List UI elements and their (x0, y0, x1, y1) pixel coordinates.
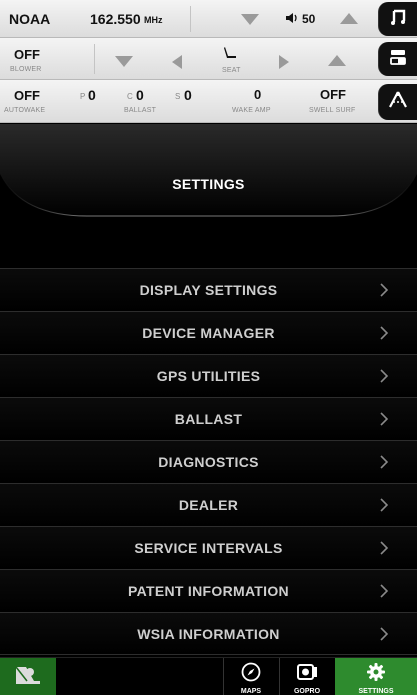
compass-icon (241, 662, 261, 687)
ballast-starboard-prefix: S (175, 92, 181, 101)
menu-item-patent-information[interactable]: PATENT INFORMATION (0, 569, 417, 612)
swell-surf-label: SWELL SURF (309, 107, 356, 114)
swell-surf-value[interactable]: OFF (320, 87, 346, 102)
blower-value[interactable]: OFF (14, 47, 40, 62)
ballast-port-prefix: P (80, 92, 86, 101)
ballast-port-value[interactable]: 0 (88, 87, 96, 103)
menu-item-diagnostics[interactable]: DIAGNOSTICS (0, 440, 417, 483)
camera-icon (296, 662, 318, 687)
menu-item-label: BALLAST (174, 411, 243, 427)
chevron-right-icon (380, 498, 389, 512)
boat-icon (13, 663, 43, 692)
ballast-label: BALLAST (124, 107, 157, 114)
page-title: SETTINGS (172, 176, 245, 192)
volume-down-button[interactable] (241, 14, 259, 25)
autowake-label: AUTOWAKE (4, 107, 46, 114)
chevron-right-icon (380, 455, 389, 469)
music-icon (389, 8, 407, 31)
chevron-right-icon (380, 541, 389, 555)
tab-settings[interactable]: SETTINGS (335, 658, 417, 695)
blower-down-button[interactable] (115, 56, 133, 67)
chevron-right-icon (380, 326, 389, 340)
ballast-bar: OFF AUTOWAKE P 0 C 0 S 0 BALLAST 0 WAKE … (0, 80, 417, 123)
menu-item-label: DISPLAY SETTINGS (139, 282, 278, 298)
speaker-icon (285, 11, 299, 30)
bottom-nav: MAPS GOPRO SETTINGS (0, 657, 417, 695)
settings-menu: DISPLAY SETTINGS DEVICE MANAGER GPS UTIL… (0, 268, 417, 655)
menu-item-gps-utilities[interactable]: GPS UTILITIES (0, 354, 417, 397)
panel-button[interactable] (378, 42, 417, 76)
wake-button[interactable] (378, 84, 417, 120)
ballast-center-value[interactable]: 0 (136, 87, 144, 103)
menu-item-wsia-information[interactable]: WSIA INFORMATION (0, 612, 417, 655)
autowake-value[interactable]: OFF (14, 88, 40, 103)
settings-header-panel (0, 124, 417, 220)
tab-boat[interactable] (0, 658, 56, 695)
volume-level: 50 (302, 12, 316, 26)
panel-icon (389, 48, 407, 71)
radio-bar: NOAA 162.550 MHz 50 (0, 0, 417, 38)
menu-item-display-settings[interactable]: DISPLAY SETTINGS (0, 268, 417, 311)
menu-item-dealer[interactable]: DEALER (0, 483, 417, 526)
divider (94, 44, 95, 74)
wake-icon (387, 90, 409, 115)
seat-right-button[interactable] (279, 55, 289, 69)
gear-icon (366, 662, 386, 687)
divider (190, 6, 191, 32)
chevron-right-icon (380, 627, 389, 641)
radio-frequency: 162.550 (90, 11, 141, 27)
menu-item-label: PATENT INFORMATION (128, 583, 289, 599)
menu-item-label: GPS UTILITIES (156, 368, 261, 384)
menu-item-label: DEALER (178, 497, 239, 513)
menu-item-ballast[interactable]: BALLAST (0, 397, 417, 440)
tab-settings-label: SETTINGS (358, 688, 394, 695)
wake-amp-label: WAKE AMP (232, 107, 271, 114)
volume-up-button[interactable] (340, 13, 358, 24)
blower-label: BLOWER (10, 66, 42, 73)
menu-item-service-intervals[interactable]: SERVICE INTERVALS (0, 526, 417, 569)
blower-seat-bar: OFF BLOWER SEAT (0, 38, 417, 80)
menu-item-label: WSIA INFORMATION (137, 626, 280, 642)
seat-icon (222, 45, 238, 68)
chevron-right-icon (380, 283, 389, 297)
tab-maps[interactable]: MAPS (223, 658, 279, 695)
tab-gopro-label: GOPRO (293, 688, 321, 695)
chevron-right-icon (380, 412, 389, 426)
menu-item-label: DIAGNOSTICS (158, 454, 259, 470)
tab-gopro[interactable]: GOPRO (279, 658, 335, 695)
seat-left-button[interactable] (172, 55, 182, 69)
menu-item-label: SERVICE INTERVALS (134, 540, 283, 556)
tab-maps-label: MAPS (240, 688, 262, 695)
music-button[interactable] (378, 2, 417, 36)
ballast-starboard-value[interactable]: 0 (184, 87, 192, 103)
blower-up-button[interactable] (328, 55, 346, 66)
chevron-right-icon (380, 584, 389, 598)
radio-frequency-unit: MHz (144, 15, 163, 25)
wake-amp-value[interactable]: 0 (254, 87, 261, 102)
seat-label: SEAT (222, 67, 241, 74)
ballast-center-prefix: C (127, 92, 133, 101)
chevron-right-icon (380, 369, 389, 383)
radio-source[interactable]: NOAA (9, 11, 50, 27)
menu-item-label: DEVICE MANAGER (142, 325, 275, 341)
menu-item-device-manager[interactable]: DEVICE MANAGER (0, 311, 417, 354)
